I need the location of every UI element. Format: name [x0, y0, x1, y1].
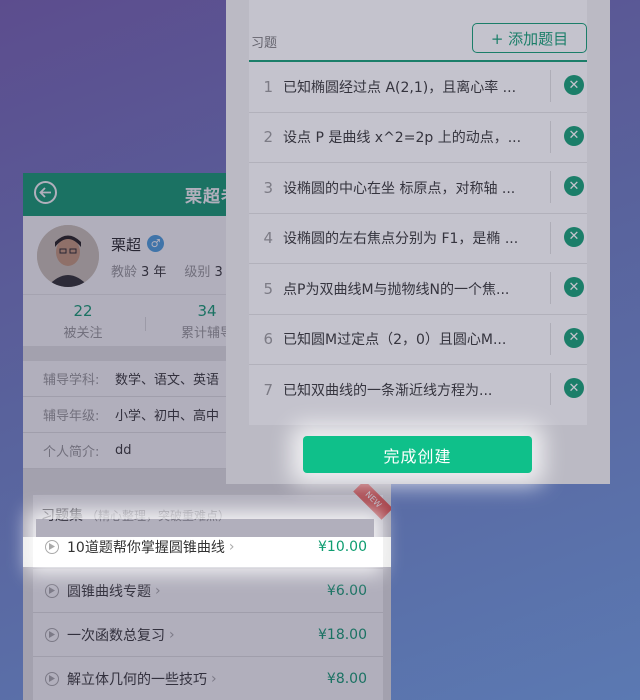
chevron-right-icon: ›	[228, 538, 235, 555]
followers-label: 被关注	[63, 326, 103, 341]
list-item[interactable]: 5 点P为双曲线M与抛物线N的一个焦... ✕	[249, 264, 587, 315]
question-number: 2	[263, 128, 273, 147]
play-icon	[45, 539, 59, 554]
info-key: 辅导年级:	[43, 409, 100, 424]
list-item[interactable]: 2 设点 P 是曲线 x^2=2p 上的动点，... ✕	[249, 113, 587, 163]
teacher-photo-icon	[37, 225, 99, 287]
divider	[550, 322, 551, 355]
play-icon	[45, 583, 59, 598]
question-number: 4	[263, 229, 273, 248]
question-text: 设椭圆的中心在坐 标原点，对称轴 ...	[283, 180, 516, 197]
info-value: 数学、语文、英语	[115, 373, 220, 388]
exercise-sets-note: （精心整理，突破重难点）	[86, 509, 231, 523]
close-icon[interactable]: ✕	[564, 277, 584, 297]
question-text: 点P为双曲线M与抛物线N的一个焦...	[283, 281, 510, 298]
divider	[145, 317, 146, 331]
set-title: 一次函数总复习	[67, 627, 165, 644]
list-item[interactable]: 1 已知椭圆经过点 A(2,1)，且离心率 ... ✕	[249, 62, 587, 113]
question-number: 3	[263, 178, 273, 197]
avatar[interactable]	[37, 225, 99, 287]
divider	[550, 70, 551, 102]
list-item[interactable]: 7 已知双曲线的一条渐近线方程为... ✕	[249, 365, 587, 416]
close-icon[interactable]: ✕	[564, 176, 584, 196]
question-header: 习题 + 添加题目	[249, 0, 587, 62]
list-item[interactable]: 6 已知圆M过定点（2，0）且圆心M... ✕	[249, 315, 587, 365]
play-icon	[45, 671, 59, 686]
chevron-right-icon: ›	[155, 582, 161, 599]
chevron-right-icon: ›	[211, 670, 217, 687]
teacher-meta: 教龄 3 年 级别 3	[111, 261, 241, 280]
list-item[interactable]: 4 设椭圆的左右焦点分别为 F1，是椭 ... ✕	[249, 214, 587, 264]
close-icon[interactable]: ✕	[564, 75, 584, 95]
set-title: 10道题帮你掌握圆锥曲线	[67, 539, 225, 556]
close-icon[interactable]: ✕	[564, 226, 584, 247]
info-value: 小学、初中、高中	[115, 409, 220, 424]
info-key: 个人简介:	[43, 445, 100, 460]
question-number: 1	[263, 77, 273, 96]
list-item[interactable]: 圆锥曲线专题 › ¥6.00	[33, 569, 383, 613]
question-text: 已知圆M过定点（2，0）且圆心M...	[283, 332, 507, 349]
male-icon: ♂	[147, 235, 164, 252]
set-title: 圆锥曲线专题	[67, 583, 151, 600]
close-icon[interactable]: ✕	[564, 378, 584, 398]
question-number: 7	[263, 381, 273, 400]
list-item[interactable]: 3 设椭圆的中心在坐 标原点，对称轴 ... ✕	[249, 163, 587, 214]
exercise-sets-title: 习题集	[41, 508, 83, 524]
divider	[550, 171, 551, 203]
list-item[interactable]: 10道题帮你掌握圆锥曲线 › ¥10.00	[33, 525, 383, 569]
question-text: 已知椭圆经过点 A(2,1)，且离心率 ...	[283, 79, 517, 96]
teacher-name: 栗超	[111, 236, 142, 254]
finish-create-button[interactable]: 完成创建	[303, 436, 532, 473]
arrow-left-icon	[39, 187, 51, 198]
close-icon[interactable]: ✕	[564, 327, 584, 348]
question-text: 已知双曲线的一条渐近线方程为...	[283, 383, 493, 400]
question-number: 5	[263, 279, 273, 298]
close-icon[interactable]: ✕	[564, 125, 584, 146]
add-question-button[interactable]: + 添加题目	[472, 23, 587, 53]
teaching-years-value: 3 年	[141, 265, 167, 280]
list-item[interactable]: 一次函数总复习 › ¥18.00	[33, 613, 383, 657]
set-price: ¥10.00	[318, 538, 367, 555]
followers-count: 22	[73, 302, 93, 320]
question-list-screen: 习题 + 添加题目 1 已知椭圆经过点 A(2,1)，且离心率 ... ✕ 2 …	[226, 0, 610, 484]
chevron-right-icon: ›	[169, 626, 175, 643]
info-key: 辅导学科:	[43, 373, 100, 388]
set-title: 解立体几何的一些技巧	[67, 671, 207, 688]
set-price: ¥8.00	[326, 670, 367, 687]
question-number: 6	[263, 330, 273, 349]
set-price: ¥18.00	[318, 626, 367, 643]
divider	[550, 272, 551, 304]
divider	[550, 221, 551, 254]
question-text: 设椭圆的左右焦点分别为 F1，是椭 ...	[283, 231, 519, 248]
info-value: dd	[115, 443, 132, 458]
question-text: 设点 P 是曲线 x^2=2p 上的动点，...	[283, 130, 522, 147]
exercise-sets: 习题集 （精心整理，突破重难点） NEW 10道题帮你掌握圆锥曲线 › ¥10.…	[33, 480, 391, 700]
level-label: 级别	[184, 265, 211, 280]
level-value: 3	[214, 265, 223, 280]
set-price: ¥6.00	[326, 582, 367, 599]
exercise-sets-header: 习题集 （精心整理，突破重难点） NEW	[33, 480, 391, 525]
list-item[interactable]: 解立体几何的一些技巧 › ¥8.00	[33, 657, 383, 700]
question-card: 习题 + 添加题目 1 已知椭圆经过点 A(2,1)，且离心率 ... ✕ 2 …	[249, 0, 587, 425]
section-label: 习题	[251, 36, 278, 51]
divider	[550, 120, 551, 153]
back-button[interactable]	[34, 181, 57, 204]
followers-stat[interactable]: 22 被关注	[63, 302, 103, 341]
teaching-years-label: 教龄	[111, 265, 138, 280]
new-badge: NEW	[353, 480, 391, 520]
divider	[550, 373, 551, 405]
play-icon	[45, 627, 59, 642]
